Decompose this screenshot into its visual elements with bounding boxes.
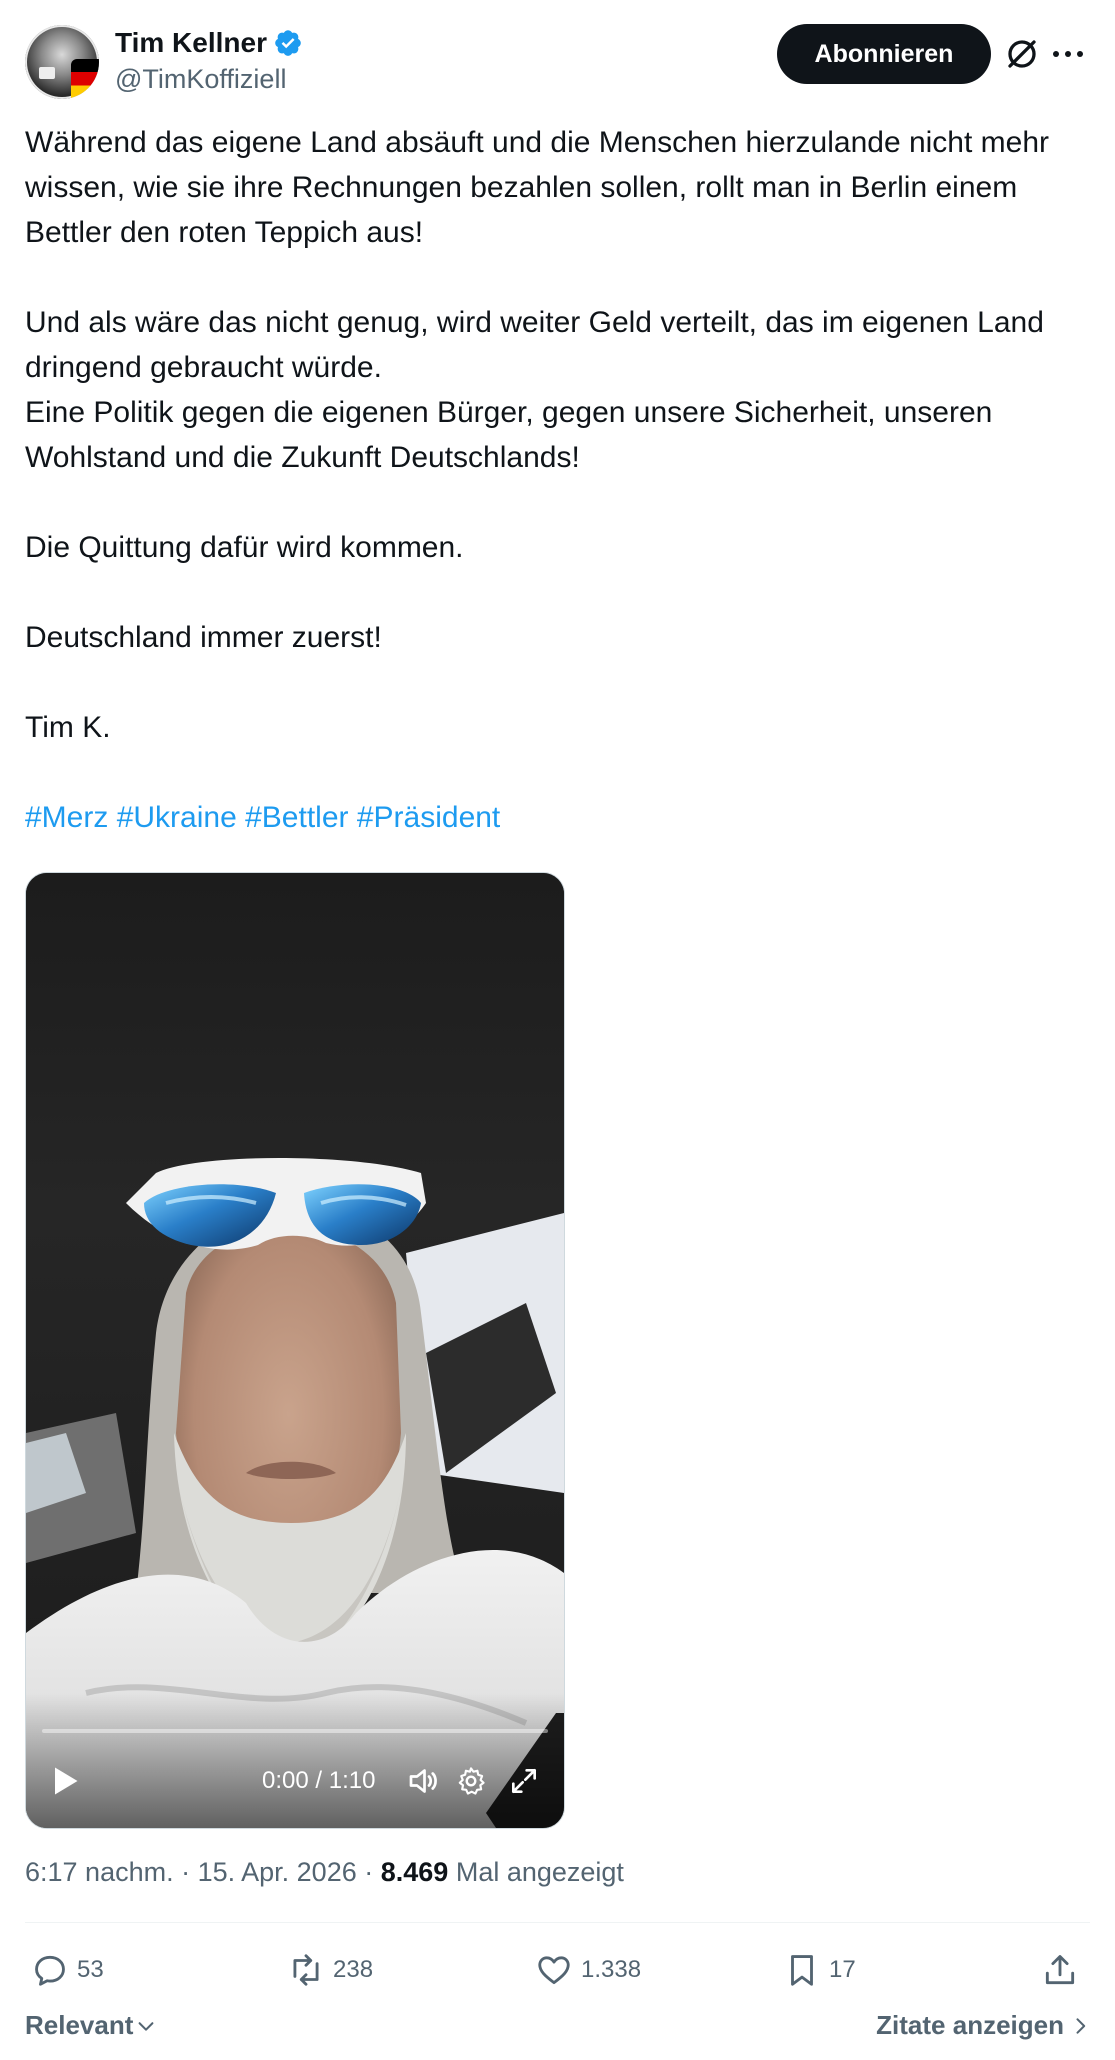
share-icon (1045, 1955, 1075, 1985)
author-display-name[interactable]: Tim Kellner (115, 27, 267, 59)
tweet-paragraph (25, 480, 1090, 525)
like-count: 1.338 (581, 1956, 642, 1983)
author-handle[interactable]: @TimKoffiziell (115, 64, 303, 95)
tweet-header: Tim Kellner @TimKoffiziell Abonnieren (25, 22, 1090, 102)
video-frame (26, 873, 564, 1828)
hashtag-link[interactable]: #Präsident (357, 801, 500, 834)
more-options-icon[interactable] (1050, 40, 1086, 68)
repost-button[interactable]: 238 (287, 1946, 373, 1994)
heart-icon (538, 1956, 570, 1985)
tweet-time[interactable]: 6:17 nachm. (25, 1857, 174, 1887)
view-quotes-link[interactable]: Zitate anzeigen (876, 2010, 1090, 2041)
tweet-date[interactable]: 15. Apr. 2026 (198, 1857, 357, 1887)
chevron-right-icon (1076, 2017, 1086, 2034)
video-progress-bar[interactable] (42, 1729, 548, 1733)
sort-dropdown[interactable]: Relevant (25, 2010, 157, 2041)
avatar-patch (39, 67, 55, 79)
play-icon[interactable] (46, 1763, 82, 1799)
tweet-detail: Tim Kellner @TimKoffiziell Abonnieren Wä… (25, 22, 1090, 2040)
tweet-paragraph: Eine Politik gegen die eigenen Bürger, g… (25, 396, 993, 474)
tweet-meta: 6:17 nachm. · 15. Apr. 2026 · 8.469 Mal … (25, 1857, 624, 1888)
share-button[interactable] (1041, 1946, 1079, 1994)
verified-badge-icon[interactable] (273, 28, 303, 58)
chevron-down-icon (138, 2021, 154, 2031)
display-name-row: Tim Kellner (115, 26, 303, 60)
like-button[interactable]: 1.338 (535, 1946, 641, 1994)
tweet-paragraph (25, 660, 1090, 705)
reply-button[interactable]: 53 (31, 1946, 104, 1994)
video-player[interactable]: 0:00 / 1:10 (25, 872, 565, 1829)
bookmark-icon (791, 1955, 813, 1986)
hashtag-link[interactable]: #Bettler (245, 801, 348, 834)
views-label: Mal angezeigt (455, 1857, 624, 1887)
quotes-label: Zitate anzeigen (876, 2010, 1064, 2040)
avatar-flag (71, 59, 99, 99)
repost-count: 238 (333, 1956, 374, 1983)
reply-count: 53 (77, 1956, 104, 1983)
hashtag-list: #Merz #Ukraine #Bettler #Präsident (25, 795, 1090, 840)
avatar[interactable] (25, 25, 99, 99)
author-block: Tim Kellner @TimKoffiziell (115, 26, 303, 95)
hashtag-link[interactable]: #Merz (25, 801, 108, 834)
tweet-paragraph: Die Quittung dafür wird kommen. (25, 531, 464, 564)
hashtag-link[interactable]: #Ukraine (117, 801, 237, 834)
divider (25, 1922, 1090, 1923)
action-bar: 53 238 1.338 17 (25, 1946, 1090, 1994)
tweet-paragraph: Während das eigene Land absäuft und die … (25, 126, 1050, 249)
tweet-paragraph: Und als wäre das nicht genug, wird weite… (25, 306, 1044, 384)
bookmark-button[interactable]: 17 (783, 1946, 856, 1994)
fullscreen-expand-icon[interactable] (508, 1765, 540, 1797)
repost-icon (293, 1954, 319, 1986)
bookmark-count: 17 (829, 1956, 856, 1983)
tweet-paragraph (25, 570, 1090, 615)
video-time-readout: 0:00 / 1:10 (262, 1767, 376, 1794)
tweet-paragraph (25, 255, 1090, 300)
replies-footer: Relevant Zitate anzeigen (25, 2010, 1090, 2050)
subscribe-button[interactable]: Abonnieren (777, 24, 991, 84)
volume-icon[interactable] (405, 1763, 441, 1799)
tweet-paragraph (25, 750, 1090, 795)
reply-icon (35, 1955, 65, 1986)
meta-separator: · (173, 1857, 198, 1887)
meta-separator: · (356, 1857, 381, 1887)
views-count: 8.469 (380, 1857, 449, 1887)
settings-gear-icon[interactable] (455, 1765, 487, 1797)
tweet-text: Während das eigene Land absäuft und die … (25, 120, 1090, 840)
tweet-paragraph: Tim K. (25, 711, 111, 744)
sort-label: Relevant (25, 2010, 134, 2040)
tweet-paragraph: Deutschland immer zuerst! (25, 621, 382, 654)
grok-icon[interactable] (1004, 36, 1040, 72)
